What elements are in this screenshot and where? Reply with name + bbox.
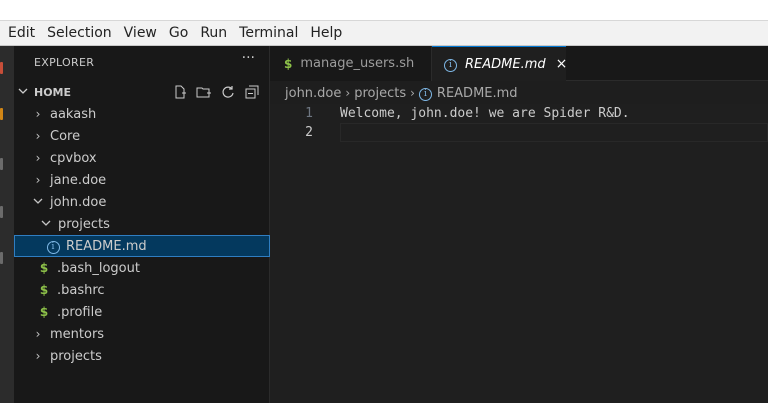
- explorer-sidebar: EXPLORER ··· HOME › aakash › Core › cpvb…: [14, 46, 270, 403]
- info-icon: i: [418, 85, 432, 101]
- home-section-header[interactable]: HOME: [14, 81, 270, 103]
- tree-item-label: .bash_logout: [57, 260, 140, 276]
- tab-label: README.md: [465, 56, 546, 72]
- shell-script-icon: $: [39, 283, 49, 297]
- tab-readme[interactable]: i README.md ×: [432, 46, 568, 81]
- new-folder-icon[interactable]: [194, 83, 214, 101]
- close-icon[interactable]: ×: [556, 56, 568, 72]
- tree-folder-mentors[interactable]: › mentors: [14, 323, 270, 345]
- tree-item-label: aakash: [50, 106, 97, 122]
- tree-item-label: jane.doe: [50, 172, 107, 188]
- code-editor[interactable]: 1 Welcome, john.doe! we are Spider R&D. …: [270, 104, 768, 403]
- collapse-all-icon[interactable]: [242, 83, 262, 101]
- editor-line: 2: [270, 123, 768, 142]
- home-label: HOME: [34, 85, 72, 99]
- chevron-right-icon: ›: [345, 86, 351, 100]
- chevron-right-icon: ›: [35, 349, 41, 363]
- activity-marker-gray-3[interactable]: [0, 252, 3, 264]
- title-strip: [0, 0, 768, 20]
- editor-tab-bar: $ manage_users.sh i README.md ×: [270, 46, 768, 81]
- tree-folder-core[interactable]: › Core: [14, 125, 270, 147]
- breadcrumb-item[interactable]: john.doe: [285, 86, 341, 101]
- tree-item-label: Core: [50, 128, 81, 144]
- shell-script-icon: $: [39, 261, 49, 275]
- tree-item-label: john.doe: [50, 194, 107, 210]
- breadcrumb: john.doe › projects › i README.md: [270, 82, 768, 104]
- chevron-down-icon: [40, 217, 52, 231]
- menu-selection[interactable]: Selection: [43, 21, 116, 45]
- new-file-icon[interactable]: [170, 83, 190, 101]
- tree-item-label: README.md: [66, 238, 147, 254]
- editor-line: 1 Welcome, john.doe! we are Spider R&D.: [270, 104, 768, 123]
- tree-item-label: cpvbox: [50, 150, 97, 166]
- refresh-icon[interactable]: [218, 83, 238, 101]
- chevron-right-icon: ›: [35, 327, 41, 341]
- breadcrumb-item[interactable]: projects: [354, 86, 406, 101]
- tree-file-bash-logout[interactable]: $ .bash_logout: [14, 257, 270, 279]
- chevron-right-icon: ›: [35, 107, 41, 121]
- menu-terminal[interactable]: Terminal: [235, 21, 302, 45]
- tree-file-bashrc[interactable]: $ .bashrc: [14, 279, 270, 301]
- menu-edit[interactable]: Edit: [4, 21, 39, 45]
- line-text: Welcome, john.doe! we are Spider R&D.: [340, 106, 630, 121]
- info-icon: i: [444, 56, 457, 72]
- tree-folder-john-doe[interactable]: john.doe: [14, 191, 270, 213]
- explorer-actions: [166, 81, 262, 103]
- menu-bar: Edit Selection View Go Run Terminal Help: [0, 20, 768, 46]
- activity-marker-orange[interactable]: [0, 108, 3, 120]
- tree-item-label: .profile: [57, 304, 103, 320]
- line-number: 2: [305, 125, 313, 140]
- tab-manage-users[interactable]: $ manage_users.sh: [270, 46, 432, 81]
- shell-script-icon: $: [39, 305, 49, 319]
- menu-help[interactable]: Help: [306, 21, 346, 45]
- menu-go[interactable]: Go: [165, 21, 192, 45]
- tree-item-label: projects: [58, 216, 110, 232]
- tree-folder-jane-doe[interactable]: › jane.doe: [14, 169, 270, 191]
- activity-marker-red[interactable]: [0, 62, 3, 74]
- activity-marker-gray-2[interactable]: [0, 206, 3, 218]
- chevron-right-icon: ›: [35, 151, 41, 165]
- more-actions-icon[interactable]: ···: [242, 50, 255, 66]
- tree-file-readme[interactable]: i README.md: [14, 235, 270, 257]
- tab-label: manage_users.sh: [300, 56, 415, 71]
- tree-folder-projects[interactable]: › projects: [14, 345, 270, 367]
- chevron-right-icon: ›: [35, 129, 41, 143]
- explorer-title: EXPLORER: [34, 56, 95, 69]
- breadcrumb-item[interactable]: README.md: [437, 86, 518, 101]
- tree-file-profile[interactable]: $ .profile: [14, 301, 270, 323]
- chevron-down-icon: [32, 195, 44, 209]
- chevron-down-icon: [18, 86, 30, 99]
- tree-folder-projects-nested[interactable]: projects: [14, 213, 270, 235]
- tree-folder-aakash[interactable]: › aakash: [14, 103, 270, 125]
- tree-item-label: .bashrc: [57, 282, 105, 298]
- info-icon: i: [46, 238, 60, 254]
- tree-item-label: mentors: [50, 326, 105, 342]
- line-number: 1: [305, 106, 313, 121]
- menu-run[interactable]: Run: [196, 21, 231, 45]
- chevron-right-icon: ›: [35, 173, 41, 187]
- tree-folder-cpvbox[interactable]: › cpvbox: [14, 147, 270, 169]
- chevron-right-icon: ›: [410, 86, 415, 100]
- activity-bar: [0, 46, 14, 403]
- menu-view[interactable]: View: [120, 21, 161, 45]
- activity-marker-gray-1[interactable]: [0, 158, 3, 170]
- tree-item-label: projects: [50, 348, 102, 364]
- shell-script-icon: $: [284, 56, 293, 71]
